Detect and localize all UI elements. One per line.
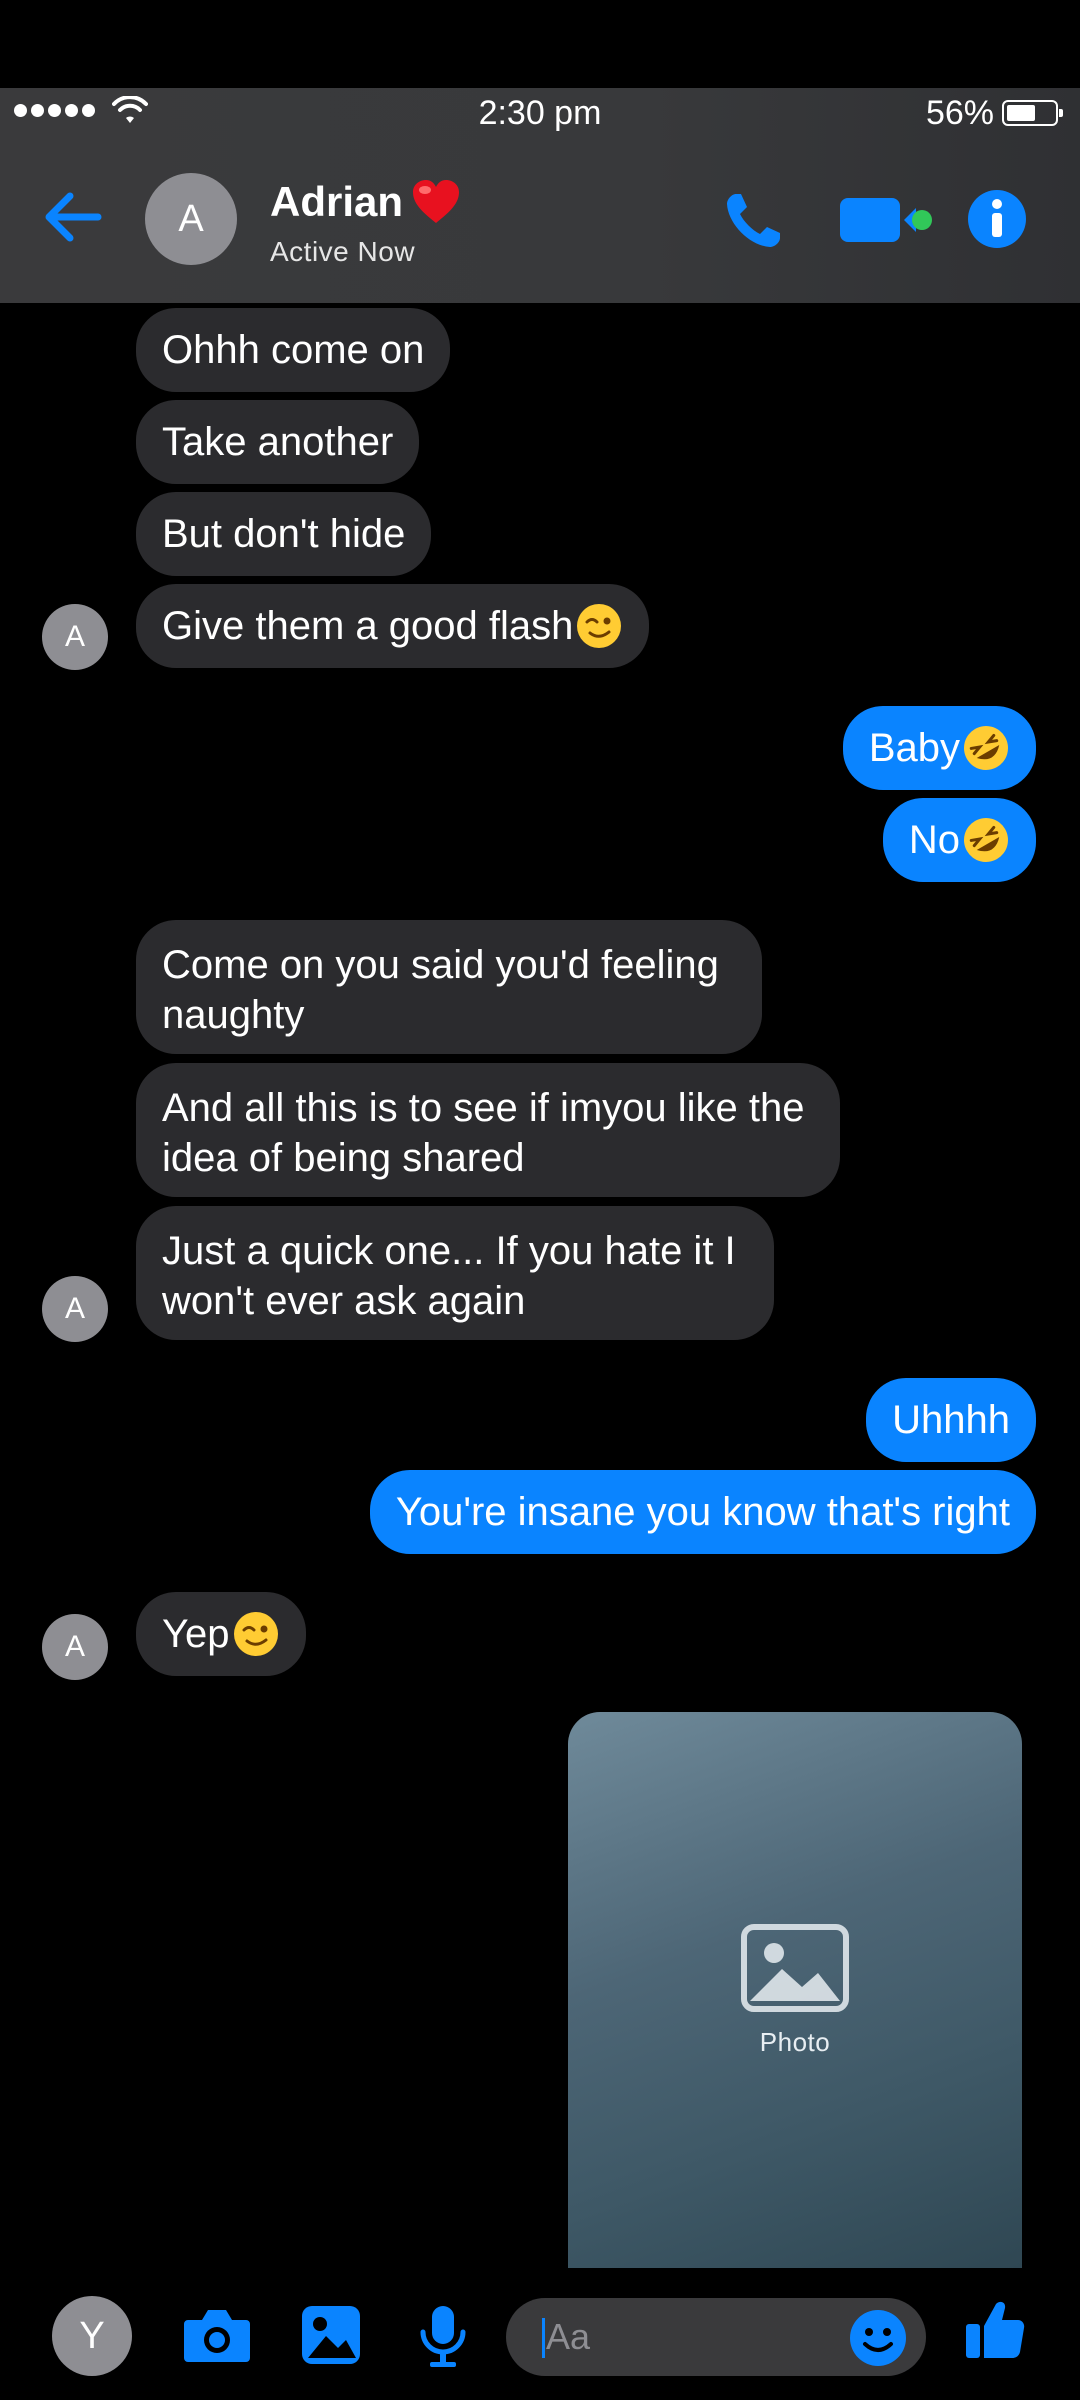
clock: 2:30 pm [478, 94, 602, 132]
battery-icon [1002, 100, 1063, 126]
contact-name[interactable]: Adrian [270, 178, 461, 226]
presence-status: Active Now [270, 236, 416, 267]
message-bubble-incoming[interactable]: And all this is to see if imyou like the… [136, 1063, 840, 1197]
message-bubble-outgoing[interactable]: You're insane you know that's right [369, 1470, 1036, 1554]
message-text: Take another [162, 420, 394, 464]
heart-emoji [413, 180, 460, 223]
message-text-line: And all this is to see if imyou like the [162, 1086, 805, 1130]
message-text: Ohhh come on [162, 328, 425, 372]
message-bubble-incoming[interactable]: Just a quick one... If you hate it I won… [136, 1206, 774, 1340]
emoji-icon[interactable] [848, 2308, 908, 2368]
message-bubble-incoming[interactable]: Yep [136, 1592, 306, 1676]
rofl-emoji [964, 726, 1008, 770]
status-bar: 2:30 pm 56% [0, 88, 1080, 140]
microphone-icon[interactable] [418, 2304, 468, 2368]
wink-emoji [577, 604, 622, 648]
phone-icon[interactable] [722, 190, 784, 252]
message-text: Yep [162, 1612, 230, 1656]
message-bubble-incoming[interactable]: But don't hide [136, 492, 432, 576]
sender-avatar[interactable]: A [42, 604, 108, 670]
message-bubble-outgoing[interactable]: Uhhhh [866, 1378, 1036, 1462]
message-text: Uhhhh [892, 1398, 1010, 1442]
thumbs-up-icon[interactable] [964, 2298, 1026, 2360]
info-icon[interactable] [966, 188, 1028, 250]
message-text-line: idea of being shared [162, 1136, 525, 1180]
image-icon[interactable] [300, 2304, 362, 2366]
video-icon[interactable] [838, 196, 932, 244]
message-text-line: won't ever ask again [162, 1279, 526, 1323]
message-bubble-incoming[interactable]: Come on you said you'd feeling naughty [136, 920, 762, 1054]
message-text: Give them a good flash [162, 604, 574, 648]
battery-percent: 56% [925, 94, 994, 132]
photo-label: Photo [759, 2026, 831, 2057]
sent-photo-placeholder[interactable]: Photo [568, 1712, 1022, 2268]
message-text: You're insane you know that's right [395, 1490, 1010, 1534]
my-avatar[interactable]: Y [52, 2296, 132, 2376]
message-text-line: Just a quick one... If you hate it I [162, 1229, 736, 1273]
sender-avatar[interactable]: A [42, 1614, 108, 1680]
message-text: Baby [868, 726, 960, 770]
contact-name-text: Adrian [270, 178, 404, 225]
contact-avatar[interactable]: A [145, 173, 237, 265]
composer-bar: Y Aa [0, 2270, 1080, 2400]
message-bubble-outgoing[interactable]: No [882, 798, 1036, 882]
message-bubble-incoming[interactable]: Take another [136, 400, 420, 484]
photo-icon [741, 1923, 849, 2012]
message-text: No [908, 818, 960, 862]
wink-emoji [233, 1612, 278, 1656]
rofl-emoji [964, 818, 1008, 862]
message-text: But don't hide [162, 512, 406, 556]
text-caret [542, 2318, 545, 2358]
message-bubble-incoming[interactable]: Ohhh come on [136, 308, 451, 392]
back-arrow-icon[interactable] [42, 190, 102, 244]
camera-icon[interactable] [182, 2306, 252, 2364]
message-bubble-incoming[interactable]: Give them a good flash [136, 584, 650, 668]
message-text-line: Come on you said you'd feeling [162, 943, 719, 987]
message-text-line: naughty [162, 993, 305, 1037]
sender-avatar[interactable]: A [42, 1276, 108, 1342]
message-bubble-outgoing[interactable]: Baby [842, 706, 1036, 790]
message-input-placeholder: Aa [546, 2316, 591, 2357]
status-bar-background [0, 0, 1080, 88]
